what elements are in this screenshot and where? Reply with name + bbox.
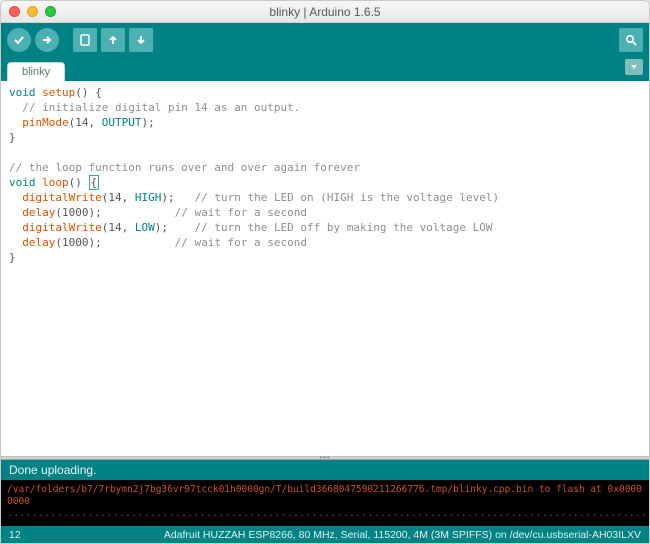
code-comment: // turn the LED off by making the voltag… — [194, 221, 492, 234]
code-token: delay — [9, 236, 55, 249]
toolbar — [1, 23, 649, 57]
code-token: (1000); — [55, 206, 174, 219]
code-token: (14, — [69, 116, 102, 129]
open-sketch-button[interactable] — [101, 28, 125, 52]
tab-menu-button[interactable] — [625, 59, 643, 75]
code-token: HIGH — [135, 191, 162, 204]
status-message: Done uploading. — [9, 463, 96, 477]
upload-button[interactable] — [35, 28, 59, 52]
code-token: loop — [36, 176, 69, 189]
code-token: delay — [9, 206, 55, 219]
window-titlebar: blinky | Arduino 1.6.5 — [1, 1, 649, 23]
code-token: ); — [141, 116, 154, 129]
code-token: (1000); — [55, 236, 174, 249]
new-sketch-button[interactable] — [73, 28, 97, 52]
window-title: blinky | Arduino 1.6.5 — [1, 5, 649, 19]
board-port-info: Adafruit HUZZAH ESP8266, 80 MHz, Serial,… — [164, 529, 641, 541]
status-bar: Done uploading. — [1, 460, 649, 480]
code-token: setup — [36, 86, 76, 99]
tab-strip: blinky — [1, 57, 649, 81]
code-token: (14, — [102, 191, 135, 204]
code-token: () — [69, 176, 89, 189]
code-token: digitalWrite — [9, 221, 102, 234]
code-comment: // turn the LED on (HIGH is the voltage … — [194, 191, 499, 204]
code-token: void — [9, 86, 36, 99]
cursor-line-indicator: 12 — [9, 529, 21, 541]
code-token: LOW — [135, 221, 155, 234]
code-comment: // wait for a second — [175, 236, 307, 249]
code-token: ); — [155, 221, 195, 234]
code-cursor-brace: { — [89, 175, 100, 190]
code-comment: // the loop function runs over and over … — [9, 161, 360, 174]
tab-blinky[interactable]: blinky — [7, 62, 65, 81]
maximize-window-button[interactable] — [45, 6, 56, 17]
code-editor[interactable]: void setup() { // initialize digital pin… — [1, 81, 649, 456]
code-token: pinMode — [9, 116, 69, 129]
code-comment: // wait for a second — [175, 206, 307, 219]
arduino-ide-window: blinky | Arduino 1.6.5 blinky void setup… — [0, 0, 650, 544]
console-line: /var/folders/b7/7rbymn2j7bg36vr97tcck01h… — [7, 484, 643, 508]
console-progress-dots: ........................................… — [7, 508, 643, 520]
code-token: void — [9, 176, 36, 189]
minimize-window-button[interactable] — [27, 6, 38, 17]
code-token: () { — [75, 86, 102, 99]
code-comment: // initialize digital pin 14 as an outpu… — [9, 101, 300, 114]
close-window-button[interactable] — [9, 6, 20, 17]
console-resize-handle[interactable] — [1, 456, 649, 460]
footer-bar: 12 Adafruit HUZZAH ESP8266, 80 MHz, Seri… — [1, 526, 649, 543]
verify-button[interactable] — [7, 28, 31, 52]
code-token: } — [9, 251, 16, 264]
code-token: digitalWrite — [9, 191, 102, 204]
output-console[interactable]: /var/folders/b7/7rbymn2j7bg36vr97tcck01h… — [1, 480, 649, 526]
code-token: } — [9, 131, 16, 144]
code-token: (14, — [102, 221, 135, 234]
save-sketch-button[interactable] — [129, 28, 153, 52]
window-controls — [9, 6, 56, 17]
code-token: OUTPUT — [102, 116, 142, 129]
code-token: ); — [161, 191, 194, 204]
serial-monitor-button[interactable] — [619, 28, 643, 52]
